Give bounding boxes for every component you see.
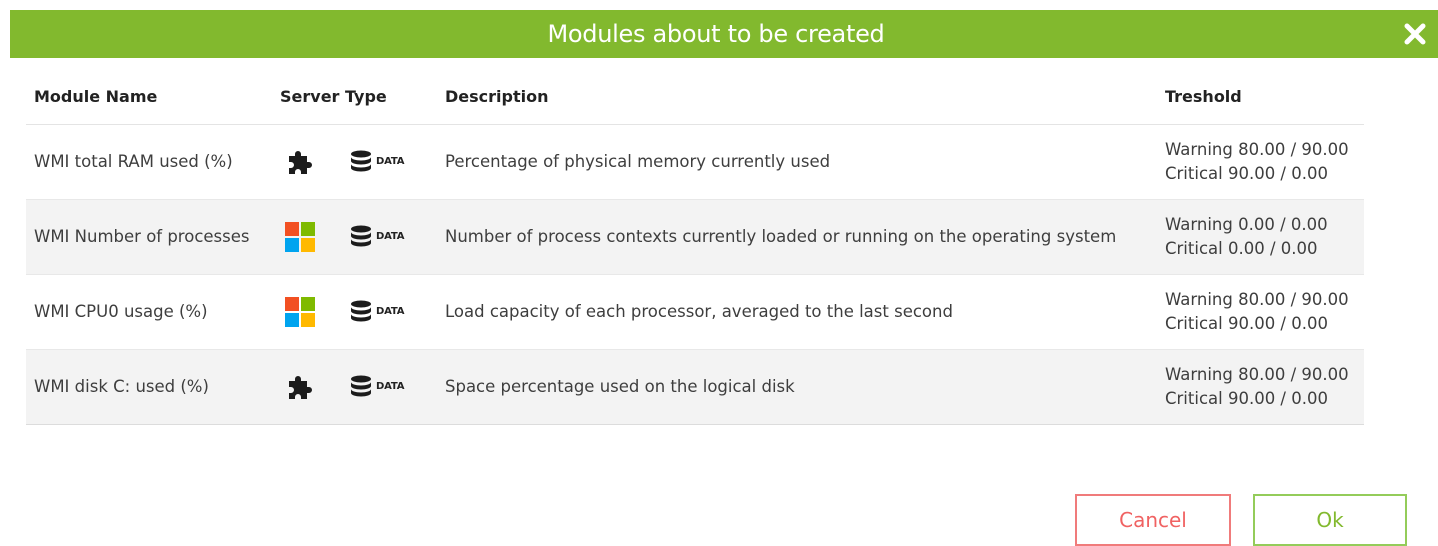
table-row: WMI CPU0 usage (%) DATA Load capacity of… <box>26 274 1364 350</box>
threshold-cell: Warning 0.00 / 0.00 Critical 0.00 / 0.00 <box>1157 199 1364 275</box>
table-row: WMI total RAM used (%) DATA Percentage o… <box>26 124 1364 200</box>
threshold-critical: Critical 90.00 / 0.00 <box>1165 388 1328 408</box>
database-icon: DATA <box>350 225 404 249</box>
windows-logo-icon <box>284 296 320 328</box>
description-cell: Number of process contexts currently loa… <box>437 199 1157 275</box>
data-label: DATA <box>376 381 405 392</box>
data-label: DATA <box>376 231 405 242</box>
database-icon: DATA <box>350 150 404 174</box>
threshold-warning: Warning 0.00 / 0.00 <box>1165 214 1328 234</box>
close-icon <box>1404 23 1426 45</box>
threshold-critical: Critical 90.00 / 0.00 <box>1165 163 1328 183</box>
modules-dialog: Modules about to be created Module Name … <box>0 0 1438 546</box>
header-server-type: Server Type <box>272 70 437 125</box>
server-type-cell: DATA <box>272 124 437 200</box>
table-row: WMI disk C: used (%) DATA Space percenta… <box>26 349 1364 425</box>
dialog-title: Modules about to be created <box>547 20 885 48</box>
description-cell: Load capacity of each processor, average… <box>437 274 1157 350</box>
table-header-row: Module Name Server Type Description Tres… <box>26 70 1364 125</box>
data-label: DATA <box>376 156 405 167</box>
threshold-critical: Critical 0.00 / 0.00 <box>1165 238 1318 258</box>
threshold-critical: Critical 90.00 / 0.00 <box>1165 313 1328 333</box>
plugin-puzzle-icon <box>284 146 320 178</box>
threshold-warning: Warning 80.00 / 90.00 <box>1165 289 1349 309</box>
table-row: WMI Number of processes DATA Number of p… <box>26 199 1364 275</box>
ok-button[interactable]: Ok <box>1253 494 1407 546</box>
module-name-cell: WMI CPU0 usage (%) <box>26 274 272 350</box>
database-icon: DATA <box>350 300 404 324</box>
module-name-cell: WMI disk C: used (%) <box>26 349 272 425</box>
module-name-cell: WMI Number of processes <box>26 199 272 275</box>
server-type-cell: DATA <box>272 199 437 275</box>
header-description: Description <box>437 70 1157 125</box>
close-button[interactable] <box>1400 19 1430 49</box>
threshold-cell: Warning 80.00 / 90.00 Critical 90.00 / 0… <box>1157 274 1364 350</box>
plugin-puzzle-icon <box>284 371 320 403</box>
header-module-name: Module Name <box>26 70 272 125</box>
dialog-titlebar: Modules about to be created <box>10 10 1438 58</box>
data-label: DATA <box>376 306 405 317</box>
database-icon: DATA <box>350 375 404 399</box>
windows-logo-icon <box>284 221 320 253</box>
modules-table-container: Module Name Server Type Description Tres… <box>26 70 1364 425</box>
cancel-button[interactable]: Cancel <box>1075 494 1231 546</box>
server-type-cell: DATA <box>272 349 437 425</box>
threshold-cell: Warning 80.00 / 90.00 Critical 90.00 / 0… <box>1157 349 1364 425</box>
threshold-cell: Warning 80.00 / 90.00 Critical 90.00 / 0… <box>1157 124 1364 200</box>
threshold-warning: Warning 80.00 / 90.00 <box>1165 364 1349 384</box>
module-name-cell: WMI total RAM used (%) <box>26 124 272 200</box>
description-cell: Space percentage used on the logical dis… <box>437 349 1157 425</box>
header-threshold: Treshold <box>1157 70 1364 125</box>
description-cell: Percentage of physical memory currently … <box>437 124 1157 200</box>
threshold-warning: Warning 80.00 / 90.00 <box>1165 139 1349 159</box>
server-type-cell: DATA <box>272 274 437 350</box>
modules-table: Module Name Server Type Description Tres… <box>26 70 1364 425</box>
